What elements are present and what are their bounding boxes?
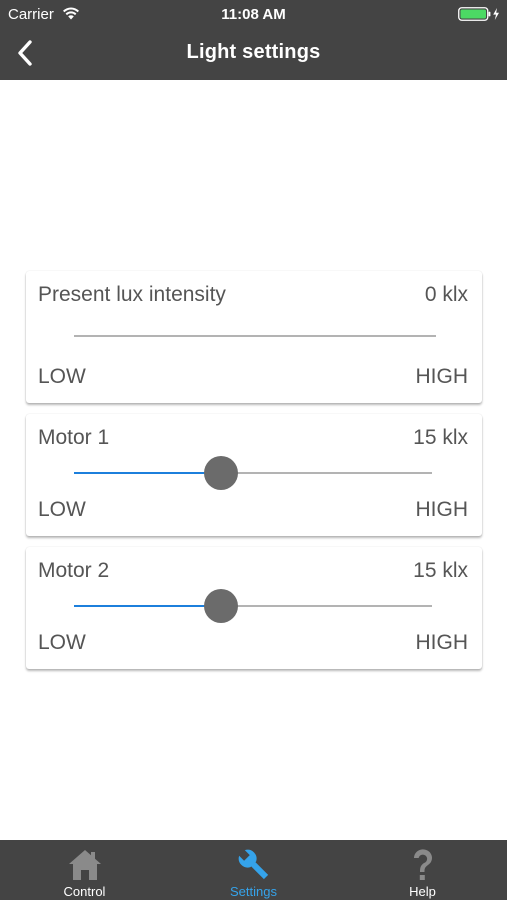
battery-icon <box>458 7 499 21</box>
card-label: Motor 2 <box>38 559 110 582</box>
range-high-label: HIGH <box>415 365 469 388</box>
range-high-label: HIGH <box>415 631 469 654</box>
slider-fill <box>74 472 221 474</box>
lux-intensity-card: Present lux intensity 0 klx LOW HIGH <box>26 271 482 403</box>
tab-label: Control <box>63 884 106 899</box>
slider-thumb[interactable] <box>203 456 238 490</box>
card-value: 15 klx <box>413 559 468 582</box>
status-bar: Carrier 11:08 AM <box>0 0 507 28</box>
page-title: Light settings <box>186 41 321 63</box>
range-low-label: LOW <box>38 498 86 521</box>
motor-2-card: Motor 2 15 klx LOW HIGH <box>26 547 482 669</box>
wrench-icon <box>238 849 268 880</box>
tab-control[interactable]: Control <box>0 840 169 900</box>
tab-settings[interactable]: Settings <box>169 840 338 900</box>
slider-fill <box>74 605 221 607</box>
motor-2-slider[interactable] <box>74 589 432 623</box>
range-low-label: LOW <box>38 365 86 388</box>
card-value: 15 klx <box>413 426 468 449</box>
lux-intensity-track <box>74 335 436 337</box>
home-icon <box>68 850 101 880</box>
range-high-label: HIGH <box>415 498 469 521</box>
motor-1-slider[interactable] <box>74 456 432 490</box>
tab-label: Settings <box>230 884 277 899</box>
question-icon <box>413 849 432 880</box>
card-label: Present lux intensity <box>38 283 226 306</box>
tab-label: Help <box>409 884 436 899</box>
tab-help[interactable]: Help <box>338 840 507 900</box>
top-bar: Carrier 11:08 AM Light settings <box>0 0 507 80</box>
status-time: 11:08 AM <box>221 6 286 23</box>
motor-1-card: Motor 1 15 klx LOW HIGH <box>26 414 482 536</box>
navigation-bar: Light settings <box>0 28 507 80</box>
slider-thumb[interactable] <box>203 589 238 623</box>
tab-bar: Control Settings Help <box>0 840 507 900</box>
card-value: 0 klx <box>424 283 468 306</box>
card-label: Motor 1 <box>38 426 110 449</box>
range-low-label: LOW <box>38 631 86 654</box>
